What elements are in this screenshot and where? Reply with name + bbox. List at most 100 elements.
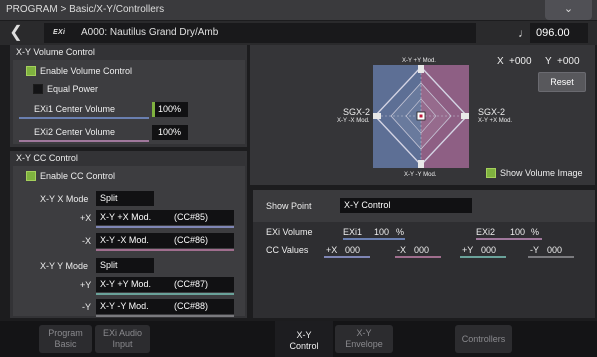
plus-x-cc: (CC#85): [174, 212, 209, 222]
minus-x-cc: (CC#86): [174, 235, 209, 245]
x-readout-value: +000: [509, 56, 532, 67]
equal-power-label: Equal Power: [47, 84, 99, 94]
plus-x-underline: [96, 226, 234, 228]
tab-label-line1: EXi Audio: [102, 328, 143, 338]
minus-x-label: -X: [82, 236, 91, 246]
cc-plus-y-label: +Y: [462, 245, 474, 255]
enable-cc-label: Enable CC Control: [40, 171, 116, 181]
tab-label-line1: X-Y: [296, 330, 312, 340]
cc-values-label: CC Values: [266, 245, 309, 255]
pad-right-label-2: X-Y +X Mod.: [478, 118, 513, 124]
exi1-center-volume-label: EXi1 Center Volume: [34, 104, 116, 114]
plus-y-underline: [96, 293, 234, 295]
cc-plus-x-label: +X: [326, 245, 338, 255]
tempo-value: 096.00: [536, 27, 570, 39]
minus-y-underline: [96, 315, 234, 317]
tab-xy-control[interactable]: X-Y Control: [275, 321, 333, 357]
exi2-center-volume-value: 100%: [158, 127, 182, 137]
y-readout-value: +000: [557, 56, 580, 67]
minus-y-select[interactable]: X-Y -Y Mod. (CC#88): [96, 299, 234, 314]
show-point-label: Show Point: [266, 201, 312, 211]
info-exi1-label: EXi1: [343, 227, 363, 237]
info-exi2-unit: %: [531, 227, 540, 237]
exi-badge-icon: EXi: [53, 29, 66, 36]
exi1-level-indicator: [152, 102, 155, 117]
tab-label-line1: Controllers: [461, 334, 506, 344]
exi-volume-label: EXi Volume: [266, 227, 313, 237]
show-volume-image-label: Show Volume Image: [500, 168, 583, 178]
pad-left-label-2: X-Y -X Mod.: [337, 118, 370, 124]
tab-program-basic[interactable]: Program Basic: [39, 325, 92, 353]
pad-top-label: X-Y +Y Mod.: [402, 58, 436, 64]
cc-plus-x-underline: [324, 256, 370, 258]
cc-minus-x-value: 000: [414, 245, 430, 255]
cc-minus-x-underline: [395, 256, 441, 258]
pad-handle-bottom: [418, 160, 424, 168]
minus-x-select[interactable]: X-Y -X Mod. (CC#86): [96, 233, 234, 248]
plus-y-name: X-Y +Y Mod.: [100, 279, 151, 289]
tab-exi-audio-input[interactable]: EXi Audio Input: [95, 325, 150, 353]
info-exi1-value: 100: [374, 227, 390, 237]
minus-y-name: X-Y -Y Mod.: [100, 301, 149, 311]
show-point-select[interactable]: X-Y Control: [340, 198, 472, 213]
info-exi2-value: 100: [510, 227, 526, 237]
plus-x-select[interactable]: X-Y +X Mod. (CC#85): [96, 210, 234, 225]
volume-control-title: X-Y Volume Control: [16, 47, 95, 57]
xy-pad[interactable]: [373, 65, 469, 168]
plus-x-label: +X: [80, 213, 92, 223]
cc-minus-x-label: -X: [397, 245, 406, 255]
pad-point-center: [419, 114, 423, 118]
minus-x-name: X-Y -X Mod.: [100, 235, 149, 245]
x-readout-label: X: [497, 56, 504, 67]
minus-y-label: -Y: [82, 302, 91, 312]
exi2-center-volume-field[interactable]: 100%: [152, 125, 188, 140]
plus-y-select[interactable]: X-Y +Y Mod. (CC#87): [96, 277, 234, 292]
info-exi2-underline: [476, 238, 542, 240]
reset-button[interactable]: Reset: [538, 72, 586, 92]
x-mode-select[interactable]: Split: [96, 191, 154, 206]
y-mode-value: Split: [100, 260, 118, 270]
tab-controllers[interactable]: Controllers: [455, 325, 512, 353]
x-mode-label: X-Y X Mode: [40, 194, 89, 204]
chevron-down-icon: ⌄: [563, 3, 574, 15]
tab-label-line2: Basic: [54, 339, 77, 349]
pad-right-label-1: SGX-2: [478, 107, 506, 117]
equal-power-checkbox[interactable]: [33, 84, 43, 94]
cc-minus-y-value: 000: [547, 245, 563, 255]
tab-label-line1: Program: [48, 328, 83, 338]
exi1-underline: [19, 117, 149, 119]
pad-bottom-label: X-Y -Y Mod.: [404, 172, 437, 178]
exi1-center-volume-field[interactable]: 100%: [152, 102, 188, 117]
quarter-note-icon: ♩: [518, 26, 530, 40]
cc-plus-y-value: 000: [481, 245, 497, 255]
show-volume-image-checkbox[interactable]: [486, 168, 496, 178]
cc-minus-y-label: -Y: [530, 245, 539, 255]
plus-x-name: X-Y +X Mod.: [100, 212, 152, 222]
enable-cc-checkbox[interactable]: [26, 171, 36, 181]
cc-plus-y-underline: [460, 256, 506, 258]
plus-y-label: +Y: [80, 280, 92, 290]
info-exi2-label: EXi2: [476, 227, 496, 237]
page-menu-button[interactable]: ⌄: [545, 0, 592, 20]
pad-handle-top: [418, 65, 424, 73]
exi1-center-volume-value: 100%: [158, 104, 182, 114]
minus-x-underline: [96, 249, 234, 251]
plus-y-cc: (CC#87): [174, 279, 209, 289]
y-mode-select[interactable]: Split: [96, 258, 154, 273]
cc-plus-x-value: 000: [345, 245, 361, 255]
back-arrow-icon[interactable]: ❮: [8, 23, 24, 43]
tab-xy-envelope[interactable]: X-Y Envelope: [335, 325, 393, 353]
cc-control-title: X-Y CC Control: [16, 153, 78, 163]
exi2-center-volume-label: EXi2 Center Volume: [34, 127, 116, 137]
program-name: A000: Nautilus Grand Dry/Amb: [81, 27, 219, 38]
show-point-value: X-Y Control: [344, 200, 391, 210]
info-exi1-unit: %: [396, 227, 405, 237]
pad-left-label-1: SGX-2: [343, 107, 371, 117]
y-mode-label: X-Y Y Mode: [40, 261, 89, 271]
minus-y-cc: (CC#88): [174, 301, 209, 311]
enable-volume-label: Enable Volume Control: [40, 66, 133, 76]
tab-label-line2: Input: [112, 339, 133, 349]
exi2-underline: [19, 140, 149, 142]
enable-volume-checkbox[interactable]: [26, 66, 36, 76]
tab-label-line2: Control: [289, 341, 319, 351]
